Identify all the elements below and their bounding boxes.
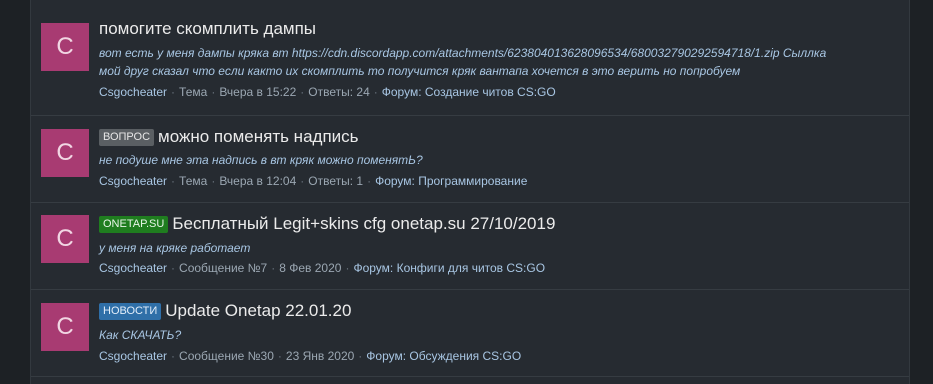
answers-count: Ответы: 24 [308, 85, 370, 99]
separator: · [277, 349, 282, 363]
separator: · [211, 174, 216, 188]
post-date: Вчера в 12:04 [219, 174, 297, 188]
result-title-text[interactable]: Бесплатный Legit+skins cfg onetap.su 27/… [172, 214, 555, 233]
separator: · [171, 85, 176, 99]
forum-link[interactable]: Форум: Создание читов CS:GO [382, 85, 556, 99]
post-date: 8 Фев 2020 [279, 261, 342, 275]
author-link[interactable]: Csgocheater [99, 349, 167, 363]
avatar[interactable]: C [41, 129, 89, 177]
separator: · [171, 174, 176, 188]
search-result-item: C ВОПРОС можно поменять надпись не подуше… [31, 116, 909, 203]
result-title-text[interactable]: помогите скомплить дампы [99, 19, 316, 38]
result-title[interactable]: ONETAP.SU Бесплатный Legit+skins cfg onet… [99, 214, 555, 234]
content-type: Сообщение №30 [179, 349, 274, 363]
result-snippet[interactable]: Как СКАЧАТЬ? [99, 326, 181, 344]
author-link[interactable]: Csgocheater [99, 85, 167, 99]
separator: · [211, 85, 216, 99]
forum-link[interactable]: Форум: Обсуждения CS:GO [366, 349, 521, 363]
content-type: Сообщение №7 [179, 261, 268, 275]
search-results-list: C помогите скомплить дампы вот есть у ме… [30, 0, 910, 384]
separator: · [367, 174, 372, 188]
author-link[interactable]: Csgocheater [99, 174, 167, 188]
snippet-line: вот есть у меня дампы кряка вт https://c… [99, 46, 827, 60]
result-title[interactable]: ВОПРОС можно поменять надпись [99, 127, 359, 147]
result-meta: Csgocheater · Тема · Вчера в 12:04 · Ответы: 1… [99, 174, 527, 188]
snippet-line: Как СКАЧАТЬ? [99, 328, 182, 342]
result-title-text[interactable]: можно поменять надпись [158, 127, 358, 146]
result-snippet[interactable]: не подуше мне эта надпись в вт кряк можн… [99, 151, 423, 169]
result-meta: Csgocheater · Тема · Вчера в 15:22 · Ответы: 2… [99, 85, 556, 99]
snippet-line: у меня на кряке работает [99, 241, 251, 255]
result-snippet[interactable]: у меня на кряке работает [99, 239, 250, 257]
separator: · [271, 261, 276, 275]
separator: · [358, 349, 363, 363]
result-snippet[interactable]: вот есть у меня дампы кряка вт https://c… [99, 44, 826, 80]
avatar[interactable]: C [41, 303, 89, 351]
forum-link[interactable]: Форум: Конфиги для читов CS:GO [353, 261, 545, 275]
post-date: Вчера в 15:22 [219, 85, 297, 99]
snippet-line: мой друг сказал что если както их скомпл… [99, 64, 741, 78]
separator: · [300, 85, 305, 99]
result-title[interactable]: НОВОСТИ Update Onetap 22.01.20 [99, 301, 351, 321]
prefix-badge[interactable]: ONETAP.SU [99, 216, 169, 233]
content-type: Тема [179, 85, 208, 99]
avatar[interactable]: C [41, 23, 89, 71]
forum-link[interactable]: Форум: Программирование [375, 174, 527, 188]
answers-count: Ответы: 1 [308, 174, 364, 188]
result-title-text[interactable]: Update Onetap 22.01.20 [165, 301, 351, 320]
search-result-item: C НОВОСТИ Update Onetap 22.01.20 Как СКАЧ… [31, 290, 909, 377]
author-link[interactable]: Csgocheater [99, 261, 167, 275]
prefix-badge[interactable]: НОВОСТИ [99, 303, 162, 320]
prefix-badge[interactable]: ВОПРОС [99, 129, 155, 146]
separator: · [300, 174, 305, 188]
separator: · [171, 349, 176, 363]
search-result-item: C ONETAP.SU Бесплатный Legit+skins cfg on… [31, 203, 909, 290]
result-title[interactable]: помогите скомплить дампы [99, 19, 316, 39]
result-meta: Csgocheater · Сообщение №7 · 8 Фев 2020 · Фору… [99, 261, 545, 275]
search-result-item: C помогите скомплить дампы вот есть у ме… [31, 0, 909, 116]
separator: · [345, 261, 350, 275]
snippet-line: не подуше мне эта надпись в вт кряк можн… [99, 153, 423, 167]
result-meta: Csgocheater · Сообщение №30 · 23 Янв 2020 · Фо… [99, 349, 521, 363]
separator: · [171, 261, 176, 275]
post-date: 23 Янв 2020 [285, 349, 355, 363]
separator: · [373, 85, 378, 99]
avatar[interactable]: C [41, 215, 89, 263]
content-type: Тема [179, 174, 208, 188]
